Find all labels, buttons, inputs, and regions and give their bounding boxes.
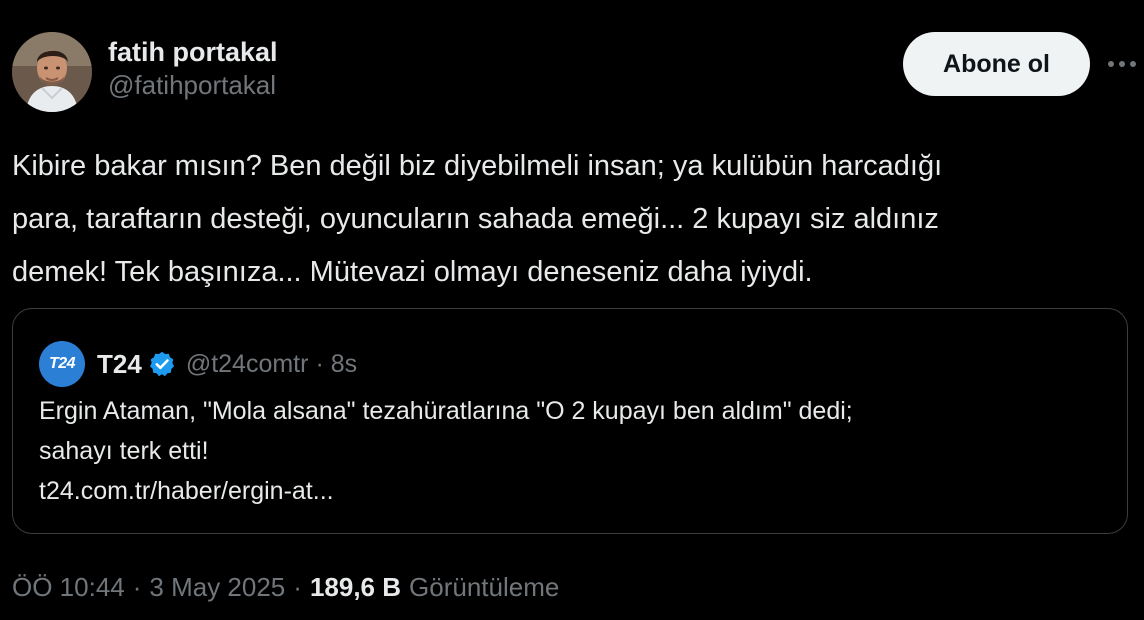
quoted-author-handle[interactable]: @t24comtr	[186, 350, 309, 379]
author-names: fatih portakal @fatihportakal	[108, 36, 278, 102]
quoted-separator: ·	[315, 349, 324, 378]
views-count[interactable]: 189,6 B	[310, 572, 401, 603]
tweet-meta: ÖÖ 10:44 · 3 May 2025 · 189,6 B Görüntül…	[12, 572, 559, 603]
quoted-tweet-text: Ergin Ataman, "Mola alsana" tezahüratlar…	[39, 397, 853, 505]
meta-separator: ·	[132, 572, 142, 602]
quoted-author-avatar[interactable]: T24	[39, 341, 85, 387]
quoted-author-name[interactable]: T24	[97, 349, 142, 380]
views-label[interactable]: Görüntüleme	[409, 572, 559, 603]
tweet-date[interactable]: 3 May 2025	[149, 572, 285, 603]
follow-button[interactable]: Abone ol	[903, 32, 1090, 96]
author-photo	[12, 32, 92, 112]
meta-separator: ·	[293, 572, 302, 602]
verified-badge-icon	[148, 349, 178, 379]
quoted-tweet-card[interactable]: T24 T24 @t24comtr · 8s Ergin Ataman, "Mo…	[12, 308, 1128, 534]
quoted-timestamp[interactable]: 8s	[331, 350, 357, 379]
author-handle[interactable]: @fatihportakal	[108, 68, 278, 102]
tweet-text: Kibire bakar mısın? Ben değil biz diyebi…	[12, 150, 943, 288]
tweet-time[interactable]: ÖÖ 10:44	[12, 572, 125, 603]
author-avatar[interactable]	[12, 32, 92, 112]
tweet-header: fatih portakal @fatihportakal Abone ol	[12, 30, 1136, 116]
more-dots-icon[interactable]	[1104, 46, 1140, 82]
author-display-name[interactable]: fatih portakal	[108, 36, 278, 68]
quoted-tweet-header: T24 T24 @t24comtr · 8s	[39, 341, 357, 387]
